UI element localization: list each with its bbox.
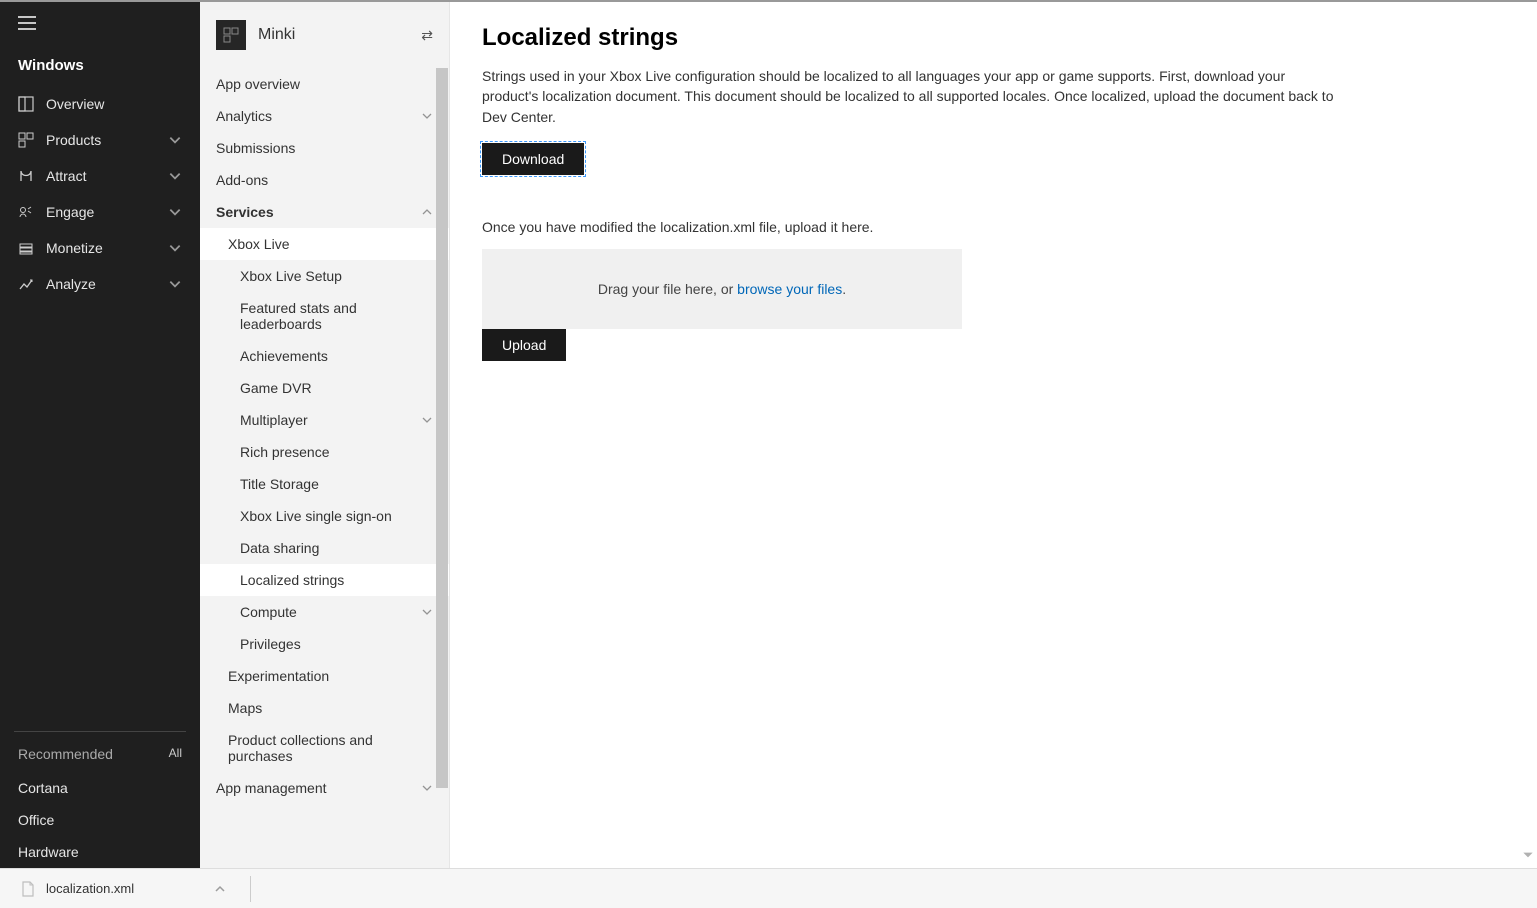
recommended-item-cortana[interactable]: Cortana (0, 772, 200, 804)
downloaded-filename: localization.xml (46, 881, 134, 896)
chevron-down-icon (421, 110, 433, 122)
secondary-item-multiplayer[interactable]: Multiplayer (200, 404, 449, 436)
recommended-item-office[interactable]: Office (0, 804, 200, 836)
app-icon (216, 20, 246, 50)
file-icon (20, 881, 36, 897)
products-icon (18, 132, 40, 148)
secondary-item-submissions[interactable]: Submissions (200, 132, 449, 164)
monetize-icon (18, 240, 40, 256)
divider (250, 876, 251, 902)
chevron-down-icon (421, 782, 433, 794)
main-content: Localized strings Strings used in your X… (450, 2, 1537, 868)
downloaded-file[interactable]: localization.xml (20, 881, 226, 897)
page-title: Localized strings (482, 24, 1505, 52)
secondary-item-addons[interactable]: Add-ons (200, 164, 449, 196)
sidebar-item-label: Monetize (46, 240, 168, 256)
secondary-item-experimentation[interactable]: Experimentation (200, 660, 449, 692)
attract-icon (18, 168, 40, 184)
secondary-scrollbar[interactable] (435, 68, 449, 868)
page-description: Strings used in your Xbox Live configura… (482, 66, 1342, 127)
secondary-item-privileges[interactable]: Privileges (200, 628, 449, 660)
recommended-heading: Recommended (18, 746, 113, 762)
secondary-item-compute[interactable]: Compute (200, 596, 449, 628)
download-bar: localization.xml (0, 868, 1537, 908)
sidebar-item-attract[interactable]: Attract (0, 158, 200, 194)
secondary-item-maps[interactable]: Maps (200, 692, 449, 724)
app-name: Minki (258, 26, 421, 44)
secondary-item-xbox-live-setup[interactable]: Xbox Live Setup (200, 260, 449, 292)
chevron-down-icon (421, 414, 433, 426)
sidebar-heading: Windows (0, 49, 200, 86)
sidebar-item-label: Engage (46, 204, 168, 220)
hamburger-icon (18, 16, 36, 30)
secondary-item-title-storage[interactable]: Title Storage (200, 468, 449, 500)
sidebar-item-label: Overview (46, 96, 182, 112)
primary-sidebar: Windows Overview Products Attract Engage… (0, 2, 200, 868)
sidebar-item-analyze[interactable]: Analyze (0, 266, 200, 302)
secondary-item-achievements[interactable]: Achievements (200, 340, 449, 372)
chevron-down-icon (168, 133, 182, 147)
sidebar-item-products[interactable]: Products (0, 122, 200, 158)
secondary-item-game-dvr[interactable]: Game DVR (200, 372, 449, 404)
chevron-down-icon (421, 606, 433, 618)
secondary-item-localized-strings[interactable]: Localized strings (200, 564, 449, 596)
sidebar-item-engage[interactable]: Engage (0, 194, 200, 230)
secondary-item-analytics[interactable]: Analytics (200, 100, 449, 132)
scroll-down-arrow-icon[interactable] (1521, 848, 1535, 862)
chevron-up-icon (421, 206, 433, 218)
secondary-item-featured-stats[interactable]: Featured stats and leaderboards (200, 292, 449, 340)
secondary-item-product-collections[interactable]: Product collections and purchases (200, 724, 449, 772)
analyze-icon (18, 276, 40, 292)
engage-icon (18, 204, 40, 220)
browse-files-link[interactable]: browse your files (737, 281, 842, 297)
sidebar-item-monetize[interactable]: Monetize (0, 230, 200, 266)
secondary-item-app-overview[interactable]: App overview (200, 68, 449, 100)
recommended-item-hardware[interactable]: Hardware (0, 836, 200, 868)
hamburger-menu[interactable] (0, 2, 200, 49)
overview-icon (18, 96, 40, 112)
sidebar-item-overview[interactable]: Overview (0, 86, 200, 122)
sidebar-item-label: Analyze (46, 276, 168, 292)
sidebar-item-label: Products (46, 132, 168, 148)
secondary-item-rich-presence[interactable]: Rich presence (200, 436, 449, 468)
chevron-down-icon (168, 169, 182, 183)
pin-toggle[interactable]: ⇄ (421, 27, 433, 44)
chevron-up-icon[interactable] (214, 883, 226, 895)
secondary-sidebar: Minki ⇄ App overview Analytics Submissio… (200, 2, 450, 868)
chevron-down-icon (168, 277, 182, 291)
chevron-down-icon (168, 205, 182, 219)
dropzone-text: Drag your file here, or browse your file… (598, 281, 846, 297)
secondary-item-single-signon[interactable]: Xbox Live single sign-on (200, 500, 449, 532)
recommended-all-link[interactable]: All (169, 746, 182, 762)
upload-button[interactable]: Upload (482, 329, 566, 361)
chevron-down-icon (168, 241, 182, 255)
secondary-item-data-sharing[interactable]: Data sharing (200, 532, 449, 564)
download-button[interactable]: Download (482, 143, 584, 175)
secondary-item-xbox-live[interactable]: Xbox Live (200, 228, 449, 260)
sidebar-item-label: Attract (46, 168, 168, 184)
upload-hint: Once you have modified the localization.… (482, 219, 1505, 235)
secondary-item-services[interactable]: Services (200, 196, 449, 228)
secondary-item-app-management[interactable]: App management (200, 772, 449, 804)
file-dropzone[interactable]: Drag your file here, or browse your file… (482, 249, 962, 329)
